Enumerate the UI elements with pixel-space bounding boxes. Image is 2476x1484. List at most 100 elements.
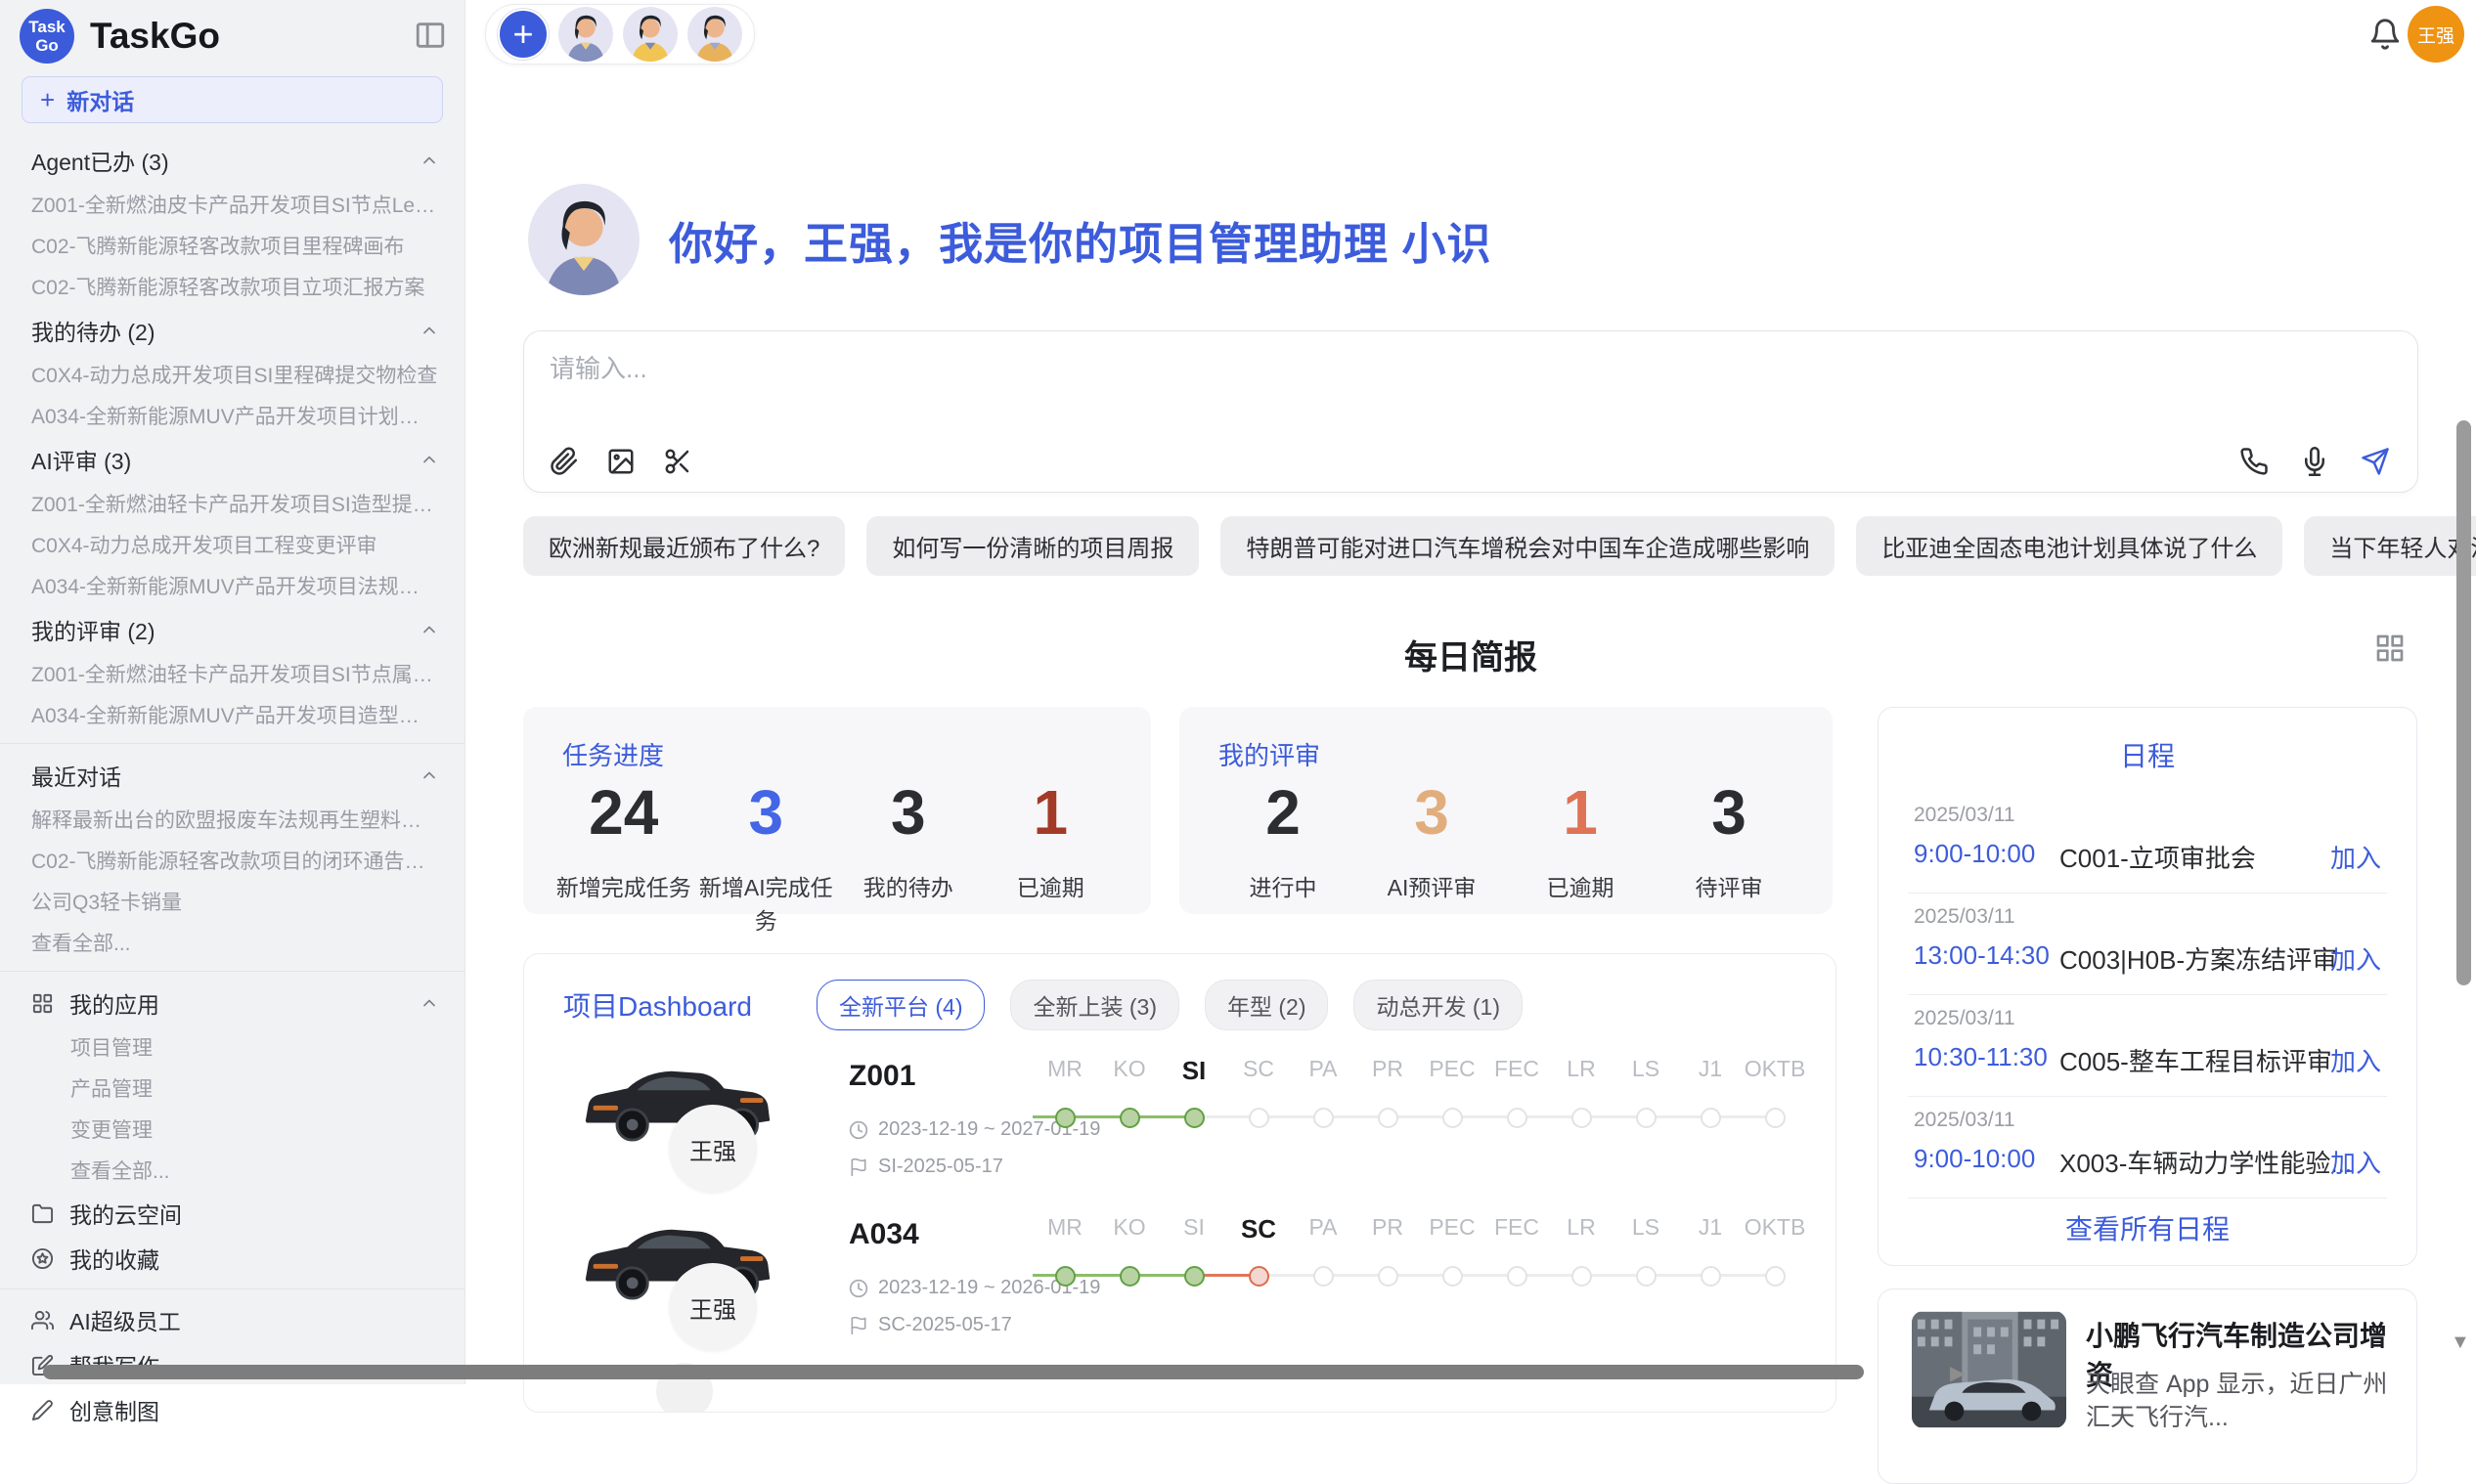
- sidebar-item[interactable]: Z001-全新燃油轻卡产品开发项目SI节点属性5D文件评审: [0, 653, 464, 694]
- project-code: A034: [849, 1218, 919, 1251]
- chevron-up-icon[interactable]: [420, 765, 439, 785]
- event-date: 2025/03/11: [1914, 1007, 2381, 1030]
- event-time: 10:30-11:30: [1914, 1042, 2048, 1072]
- my-review-card: 我的评审 2 进行中 3 AI预评审 1 已逾期 3 待评审: [1179, 707, 1833, 914]
- join-link[interactable]: 加入: [2330, 839, 2381, 875]
- agent-avatar-3[interactable]: [687, 7, 742, 62]
- scissors-icon[interactable]: [663, 447, 692, 476]
- sidebar-item[interactable]: Z001-全新燃油轻卡产品开发项目SI造型提交物评审: [0, 483, 464, 524]
- send-icon[interactable]: [2361, 447, 2390, 476]
- user-avatar[interactable]: 王强: [2408, 6, 2464, 63]
- star-icon: [31, 1247, 54, 1270]
- tab-all-new-platform[interactable]: 全新平台 (4): [817, 980, 986, 1030]
- layout-grid-icon[interactable]: [2374, 633, 2406, 664]
- sidebar-item-cloud-space[interactable]: 我的云空间: [0, 1191, 464, 1236]
- suggestion-chip[interactable]: 当下年轻人对汽车外观有怎样的喜好趋势: [2304, 516, 2476, 576]
- sidebar-item[interactable]: A034-全新新能源MUV产品开发项目计划变更表编写: [0, 395, 464, 436]
- section-my-review[interactable]: 我的评审 (2): [0, 606, 464, 653]
- sidebar-item-creative-drawing[interactable]: 创意制图: [0, 1387, 464, 1432]
- microphone-icon[interactable]: [2300, 447, 2329, 476]
- suggestion-chip[interactable]: 如何写一份清晰的项目周报: [866, 516, 1199, 576]
- metric-pending-review: 3 待评审: [1655, 777, 1803, 902]
- section-recent-chats[interactable]: 最近对话: [0, 752, 464, 799]
- chevron-up-icon[interactable]: [420, 620, 439, 639]
- sidebar-item[interactable]: A034-全新新能源MUV产品开发项目造型可行性评审: [0, 694, 464, 735]
- project-row-z001[interactable]: 王强 Z001 2023-12-19 ~ 2027-01-19 SI-2025-…: [524, 1048, 1836, 1202]
- milestone-label: KO: [1097, 1214, 1162, 1244]
- daily-briefing-title: 每日简报: [1404, 639, 1537, 677]
- apps-view-all[interactable]: 查看全部...: [0, 1150, 464, 1191]
- notification-bell-icon[interactable]: [2368, 18, 2402, 51]
- recent-chat-item[interactable]: C02-飞腾新能源轻客改款项目的闭环通告反馈情况: [0, 840, 464, 881]
- add-agent-button[interactable]: +: [498, 9, 549, 60]
- milestone-dot-done: [1055, 1266, 1076, 1287]
- recent-chat-item[interactable]: 解释最新出台的欧盟报废车法规再生塑料比例被调至15%...: [0, 799, 464, 840]
- sidebar-item[interactable]: Z001-全新燃油皮卡产品开发项目SI节点Lesson Learn报告: [0, 184, 464, 225]
- greeting-text: 你好，王强，我是你的项目管理助理 小识: [669, 208, 1492, 272]
- metric-ai-pre-review: 3 AI预评审: [1357, 777, 1506, 902]
- agent-avatar-2[interactable]: [623, 7, 678, 62]
- event-date: 2025/03/11: [1914, 1109, 2381, 1132]
- project-owner-badge: 王强: [669, 1263, 757, 1351]
- recent-chats-view-all[interactable]: 查看全部...: [0, 922, 464, 963]
- suggestion-chip[interactable]: 欧洲新规最近颁布了什么?: [523, 516, 845, 576]
- section-ai-review[interactable]: AI评审 (3): [0, 436, 464, 483]
- milestone-dot-todo: [1571, 1108, 1592, 1128]
- event-date: 2025/03/11: [1914, 804, 2381, 827]
- milestone-timeline: MR KO SI SC PA PR PEC FEC LR LS J1 OKTB: [1033, 1214, 1807, 1297]
- tab-model-year[interactable]: 年型 (2): [1205, 980, 1329, 1030]
- join-link[interactable]: 加入: [2330, 940, 2381, 977]
- sidebar-item[interactable]: C0X4-动力总成开发项目工程变更评审: [0, 524, 464, 565]
- join-link[interactable]: 加入: [2330, 1042, 2381, 1078]
- news-image: [1912, 1311, 2066, 1428]
- chevron-up-icon[interactable]: [420, 321, 439, 340]
- join-link[interactable]: 加入: [2330, 1144, 2381, 1180]
- chevron-up-icon[interactable]: [420, 450, 439, 469]
- sidebar-item[interactable]: C02-飞腾新能源轻客改款项目立项汇报方案: [0, 266, 464, 307]
- clock-icon: [849, 1279, 868, 1298]
- sidebar-collapse-icon[interactable]: [414, 19, 447, 52]
- scroll-right-arrow[interactable]: ▶: [1950, 1361, 1965, 1385]
- section-my-todo[interactable]: 我的待办 (2): [0, 307, 464, 354]
- milestone-dot-done: [1184, 1108, 1205, 1128]
- daily-briefing-header: 每日简报: [465, 631, 2476, 678]
- suggestion-chip[interactable]: 比亚迪全固态电池计划具体说了什么: [1856, 516, 2282, 576]
- chevron-up-icon[interactable]: [420, 151, 439, 170]
- vertical-scrollbar[interactable]: [2456, 420, 2471, 985]
- suggestion-chip[interactable]: 特朗普可能对进口汽车增税会对中国车企造成哪些影响: [1220, 516, 1835, 576]
- milestone-dot-todo: [1442, 1266, 1463, 1287]
- agent-avatar-1[interactable]: [558, 7, 613, 62]
- sidebar-item[interactable]: C0X4-动力总成开发项目SI里程碑提交物检查: [0, 354, 464, 395]
- card-title: 我的评审: [1218, 736, 1320, 772]
- sidebar-item-ai-super-staff[interactable]: AI超级员工: [0, 1297, 464, 1342]
- news-card[interactable]: 小鹏飞行汽车制造公司增资 天眼查 App 显示，近日广州汇天飞行汽...: [1878, 1288, 2417, 1484]
- chevron-up-icon[interactable]: [420, 993, 439, 1013]
- recent-chat-item[interactable]: 公司Q3轻卡销量: [0, 881, 464, 922]
- schedule-event: 2025/03/11 9:00-10:00 X003-车辆动力学性能验... 加…: [1908, 1097, 2387, 1199]
- schedule-title: 日程: [1879, 735, 2416, 774]
- tab-all-new-body[interactable]: 全新上装 (3): [1010, 980, 1179, 1030]
- sidebar-item[interactable]: A034-全新新能源MUV产品开发项目法规符合性评审: [0, 565, 464, 606]
- milestone-dot-alert: [1249, 1266, 1269, 1287]
- sidebar-item-favorites[interactable]: 我的收藏: [0, 1236, 464, 1281]
- project-milestone-date: SI-2025-05-17: [878, 1156, 1003, 1178]
- tab-powertrain-dev[interactable]: 动总开发 (1): [1353, 980, 1523, 1030]
- sidebar-item[interactable]: C02-飞腾新能源轻客改款项目里程碑画布: [0, 225, 464, 266]
- image-icon[interactable]: [606, 447, 636, 476]
- app-item-product-mgmt[interactable]: 产品管理: [0, 1068, 464, 1109]
- phone-call-icon[interactable]: [2239, 447, 2269, 476]
- suggestion-chips: 欧洲新规最近颁布了什么? 如何写一份清晰的项目周报 特朗普可能对进口汽车增税会对…: [523, 516, 2476, 576]
- section-agent-done[interactable]: Agent已办 (3): [0, 137, 464, 184]
- section-my-apps[interactable]: 我的应用: [0, 980, 464, 1026]
- app-item-change-mgmt[interactable]: 变更管理: [0, 1109, 464, 1150]
- attachment-icon[interactable]: [550, 447, 579, 476]
- project-row-a034[interactable]: 王强 A034 2023-12-19 ~ 2026-01-19 SC-2025-…: [524, 1206, 1836, 1361]
- scroll-down-arrow[interactable]: ▼: [2451, 1331, 2470, 1354]
- horizontal-scrollbar[interactable]: [43, 1365, 1864, 1379]
- view-all-schedule-link[interactable]: 查看所有日程: [1879, 1208, 2416, 1247]
- milestone-dot-done: [1055, 1108, 1076, 1128]
- chat-input[interactable]: [550, 347, 2016, 390]
- milestone-dot-done: [1120, 1108, 1140, 1128]
- app-item-project-mgmt[interactable]: 项目管理: [0, 1026, 464, 1068]
- new-chat-button[interactable]: + 新对话: [22, 76, 443, 123]
